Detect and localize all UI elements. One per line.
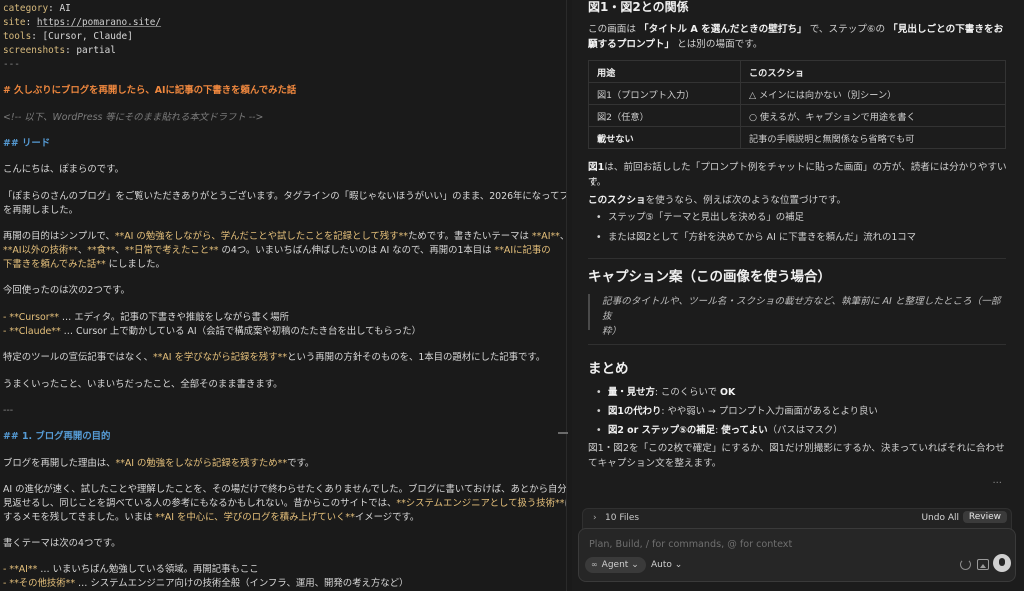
table-cell: 記事の手順説明と無関係なら省略でも可 [740,126,1006,149]
paragraph: するメモを残してきました。いまは **AI を中心に、学びのログを積み上げていく… [3,512,420,523]
article-title: # 久しぶりにブログを再開したら、AIに記事の下書きを頼んでみた話 [3,85,297,96]
section-heading: 図1・図2との関係 [588,0,689,14]
table-cell: ○ 使えるが、キャプションで用途を書く [740,104,1006,127]
review-button[interactable]: Review [962,511,1007,523]
paragraph: す。 [588,177,607,188]
section-heading: まとめ [588,361,629,377]
list-item: - **AI** … いまいちばん勉強している領域。再開記事もここ [3,564,259,575]
list-item: - **Cursor** … エディタ。記事の下書きや推敲をしながら書く場所 [3,312,289,323]
paragraph: ブログを再開した理由は、**AI の勉強をしながら記録を残すため**です。 [3,458,315,469]
chat-composer[interactable]: ∞Agent ⌄ Auto ⌄ [578,528,1016,582]
paragraph: てキャプション文を整えます。 [588,458,722,469]
model-dropdown[interactable]: Auto ⌄ [651,557,682,573]
splitter-grip[interactable] [558,432,568,434]
changed-files-bar[interactable]: › 10 Files Undo All Review [582,508,1012,529]
html-comment: <!-- 以下、WordPress 等にそのまま貼れる本文ドラフト --> [3,112,264,123]
list-item: ステップ⑤「テーマと見出しを決める」の補足 [596,211,804,225]
list-item: - **Claude** … Cursor 上で動かしている AI（会話で構成案… [3,326,421,337]
undo-all-button[interactable]: Undo All [917,512,963,524]
list-item: 図2 or ステップ⑤の補足: 使ってよい（パスはマスク） [596,424,843,438]
frontmatter-site: site: https://pomarano.site/ [3,17,162,28]
paragraph: 下書きを頼んでみた話** にしました。 [3,259,165,270]
table-cell: 図1（プロンプト入力） [588,82,741,105]
table-header: このスクショ [740,60,1006,83]
table-row: 載せない 記事の手順説明と無関係なら省略でも可 [588,126,1006,149]
files-count[interactable]: 10 Files [605,513,639,523]
section-heading: キャプション案（この画像を使う場合） [588,269,831,285]
paragraph: 今回使ったのは次の2つです。 [3,285,130,296]
list-item: 量・見せ方: このくらいで OK [596,386,735,400]
chevron-down-icon: ⌄ [631,560,639,570]
chat-input[interactable] [587,535,971,553]
paragraph: 図1・図2を「この2枚で確定」にするか、図1だけ別撮影にするか、決まっていればそ… [588,443,1005,454]
paragraph: このスクショを使うなら、例えば次のような位置づけです。 [588,195,847,206]
table-cell: 図2（任意） [588,104,741,127]
paragraph: こんにちは、ぽまらのです。 [3,164,124,175]
paragraph: いするプロンプト」 とは別の場面です。 [588,39,763,50]
chevron-down-icon: ⌄ [674,560,683,570]
table-row: 図2（任意） ○ 使えるが、キャプションで用途を書く [588,104,1006,127]
table-cell: △ メインには向かない（別シーン） [740,82,1006,105]
list-item: 図1の代わり: やや弱い → プロンプト入力画面があるとより良い [596,405,878,419]
section-heading: ## 1. ブログ再開の目的 [3,431,111,442]
agent-mode-dropdown[interactable]: ∞ Agent ⌄ [585,557,646,573]
paragraph: 再開の目的はシンプルで、**AI の勉強をしながら、学んだことや試したことを記録… [3,231,566,242]
paragraph: うまくいったこと、いまいちだったこと、全部そのまま書きます。 [3,379,283,390]
microphone-button[interactable] [993,554,1011,572]
paragraph: 「ぽまらのさんのブログ」をご覧いただきありがとうございます。タグラインの「暇じゃ… [3,191,566,202]
table-header-row: 用途 このスクショ [588,60,1006,83]
loading-spinner-icon [960,559,971,570]
chat-panel: 図1・図2との関係 この画面は 「タイトル A を選んだときの壁打ち」 で、ステ… [572,0,1024,591]
chevron-right-icon[interactable]: › [593,513,597,523]
frontmatter-tools: tools: [Cursor, Claude] [3,31,133,42]
frontmatter-category: category: AI [3,3,71,14]
divider [588,344,1006,345]
table-row: 図1（プロンプト入力） △ メインには向かない（別シーン） [588,82,1006,105]
horizontal-rule: --- [3,405,14,416]
paragraph: 書くテーマは次の4つです。 [3,538,121,549]
table-header: 用途 [588,60,741,83]
frontmatter-close: --- [3,59,20,70]
list-item: - **その他技術** … システムエンジニア向けの技術全般（インフラ、運用、開… [3,578,409,589]
paragraph: AI の進化が速く、試したことや理解したことを、その場だけで終わらせたくありませ… [3,484,566,495]
caption-quote: 記事のタイトルや、ツール名・スクショの載せ方など、執筆前に AI と整理したとこ… [588,294,1006,337]
site-link[interactable]: https://pomarano.site/ [37,17,161,28]
comparison-table: 用途 このスクショ 図1（プロンプト入力） △ メインには向かない（別シーン） … [588,60,1006,149]
infinity-icon: ∞ [591,560,598,569]
more-options-icon[interactable]: ··· [992,478,1002,489]
markdown-editor[interactable]: category: AI site: https://pomarano.site… [0,0,566,591]
frontmatter-screenshots: screenshots: partial [3,45,116,56]
paragraph: 見返せるし、同じことを調べている人の参考にもなるかもしれない。昔からこのサイトで… [3,498,566,509]
table-cell: 載せない [588,126,741,149]
list-item: または図2として「方針を決めてから AI に下書きを頼んだ」流れの1コマ [596,231,916,245]
paragraph: **AI以外の技術**、**食**、**日常で考えたこと** の4つ。いまいちば… [3,245,551,256]
lead-heading: ## リード [3,138,51,149]
paragraph: 特定のツールの宣伝記事ではなく、**AI を学びながら記録を残す**という再開の… [3,352,546,363]
paragraph: を再開しました。 [3,205,79,216]
divider [588,258,1006,259]
image-attach-icon[interactable] [977,559,989,570]
